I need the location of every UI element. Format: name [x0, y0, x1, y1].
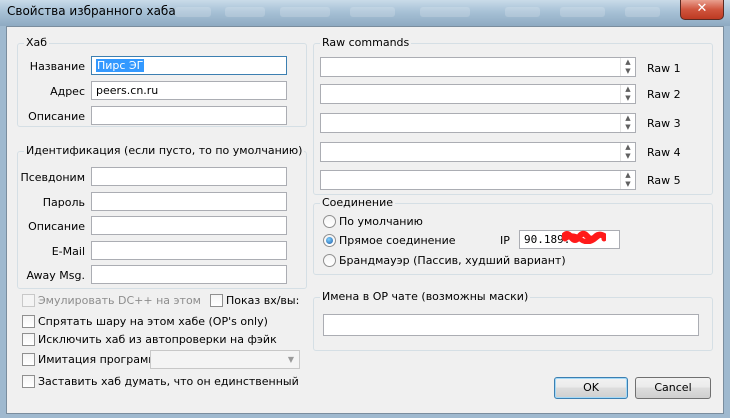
background-blur: [560, 7, 605, 17]
raw-2-label: Raw 2: [647, 88, 681, 101]
hub-name-selection: Пирс ЭГ: [96, 59, 145, 72]
hub-group-label: Хаб: [24, 36, 50, 49]
force-single-label: Заставить хаб думать, что он единственны…: [38, 375, 299, 388]
hide-share-checkbox[interactable]: Спрятать шару на этом хабе (OP's only): [22, 315, 302, 329]
away-input[interactable]: [91, 265, 287, 284]
connection-direct-radio[interactable]: Прямое соединение: [323, 234, 483, 248]
background-blur: [280, 7, 330, 17]
identity-description-input[interactable]: [91, 216, 287, 235]
raw-1-spinner[interactable]: ▲ ▼: [620, 58, 635, 76]
imitate-program-checkbox[interactable]: Имитация программы: [22, 353, 165, 367]
force-single-checkbox[interactable]: Заставить хаб думать, что он единственны…: [22, 375, 302, 389]
connection-default-label: По умолчанию: [339, 215, 423, 228]
raw-5-spinner[interactable]: ▲ ▼: [620, 171, 635, 189]
identity-group-label: Идентификация (если пусто, то по умолчан…: [24, 144, 305, 157]
exclude-check-box: [22, 333, 35, 346]
radio-dot: [323, 215, 336, 228]
background-blur: [420, 7, 470, 17]
away-label: Away Msg.: [26, 269, 85, 282]
cancel-button[interactable]: Cancel: [635, 377, 711, 399]
show-joins-box: [210, 294, 223, 307]
title-bar[interactable]: Свойства избранного хаба ✕: [0, 0, 730, 26]
raw-1-label: Raw 1: [647, 62, 681, 75]
imitate-program-box: [22, 353, 35, 366]
chevron-down-icon: ▼: [287, 355, 295, 364]
dialog-window: Свойства избранного хаба ✕ Хаб Название …: [0, 0, 730, 418]
background-blur: [505, 7, 540, 17]
raw-3-label: Raw 3: [647, 117, 681, 130]
emulate-dc-box: [22, 294, 35, 307]
spin-up-icon: ▲: [625, 114, 631, 122]
imitate-program-label: Имитация программы: [38, 353, 166, 366]
raw-4-spinner[interactable]: ▲ ▼: [620, 143, 635, 161]
raw-2-input[interactable]: ▲ ▼: [320, 84, 636, 104]
hide-share-label: Спрятать шару на этом хабе (OP's only): [38, 315, 268, 328]
spin-down-icon: ▼: [625, 67, 631, 75]
exclude-check-label: Исключить хаб из автопроверки на фэйк: [38, 333, 277, 346]
spin-up-icon: ▲: [625, 58, 631, 66]
background-blur: [175, 7, 211, 17]
password-label: Пароль: [42, 196, 85, 209]
spin-down-icon: ▼: [625, 152, 631, 160]
hide-share-box: [22, 315, 35, 328]
op-chat-input[interactable]: [323, 314, 699, 336]
show-joins-checkbox[interactable]: Показ вх/вы:: [210, 294, 300, 308]
nick-input[interactable]: [91, 167, 287, 186]
connection-firewall-label: Брандмауэр (Пассив, худший вариант): [339, 254, 566, 267]
background-blur: [225, 7, 265, 17]
raw-5-input[interactable]: ▲ ▼: [320, 170, 636, 190]
window-title: Свойства избранного хаба: [7, 4, 176, 18]
raw-3-spinner[interactable]: ▲ ▼: [620, 114, 635, 132]
hub-name-input[interactable]: Пирс ЭГ: [91, 56, 287, 75]
close-icon: ✕: [696, 1, 708, 16]
background-blur: [350, 7, 395, 17]
email-label: E-Mail: [51, 245, 85, 258]
radio-dot: [323, 234, 336, 247]
show-joins-label: Показ вх/вы:: [226, 294, 300, 307]
background-blur: [625, 7, 660, 17]
raw-2-spinner[interactable]: ▲ ▼: [620, 85, 635, 103]
radio-dot: [323, 254, 336, 267]
ok-button[interactable]: OK: [554, 377, 628, 399]
op-chat-group-label: Имена в OP чате (возможны маски): [320, 290, 531, 303]
raw-3-input[interactable]: ▲ ▼: [320, 113, 636, 133]
hub-description-input[interactable]: [91, 106, 287, 125]
raw-4-input[interactable]: ▲ ▼: [320, 142, 636, 162]
ip-label: IP: [500, 234, 510, 247]
hub-name-label: Название: [29, 60, 85, 73]
close-button[interactable]: ✕: [680, 0, 724, 20]
spin-down-icon: ▼: [625, 123, 631, 131]
connection-default-radio[interactable]: По умолчанию: [323, 215, 483, 229]
force-single-box: [22, 375, 35, 388]
raw-group-label: Raw commands: [320, 36, 412, 49]
hub-description-label: Описание: [28, 110, 85, 123]
spin-up-icon: ▲: [625, 171, 631, 179]
email-input[interactable]: [91, 241, 287, 260]
exclude-check-checkbox[interactable]: Исключить хаб из автопроверки на фэйк: [22, 333, 302, 347]
dialog-client: Хаб Название Пирс ЭГ Адрес peers.cn.ru О…: [6, 26, 724, 414]
program-select[interactable]: ▼: [150, 350, 300, 369]
spin-up-icon: ▲: [625, 85, 631, 93]
spin-down-icon: ▼: [625, 94, 631, 102]
hub-address-label: Адрес: [50, 85, 85, 98]
spin-up-icon: ▲: [625, 143, 631, 151]
redaction-scribble: [562, 230, 606, 244]
nick-label: Псевдоним: [20, 171, 85, 184]
raw-4-label: Raw 4: [647, 146, 681, 159]
hub-address-input[interactable]: peers.cn.ru: [91, 81, 287, 100]
password-input[interactable]: [91, 192, 287, 211]
connection-direct-label: Прямое соединение: [339, 234, 456, 247]
raw-1-input[interactable]: ▲ ▼: [320, 57, 636, 77]
emulate-dc-label: Эмулировать DC++ на этом хабе: [38, 294, 202, 307]
connection-firewall-radio[interactable]: Брандмауэр (Пассив, худший вариант): [323, 254, 566, 268]
connection-group-label: Соединение: [320, 196, 396, 209]
identity-description-label: Описание: [28, 220, 85, 233]
raw-5-label: Raw 5: [647, 174, 681, 187]
emulate-dc-checkbox[interactable]: Эмулировать DC++ на этом хабе: [22, 294, 207, 308]
spin-down-icon: ▼: [625, 180, 631, 188]
